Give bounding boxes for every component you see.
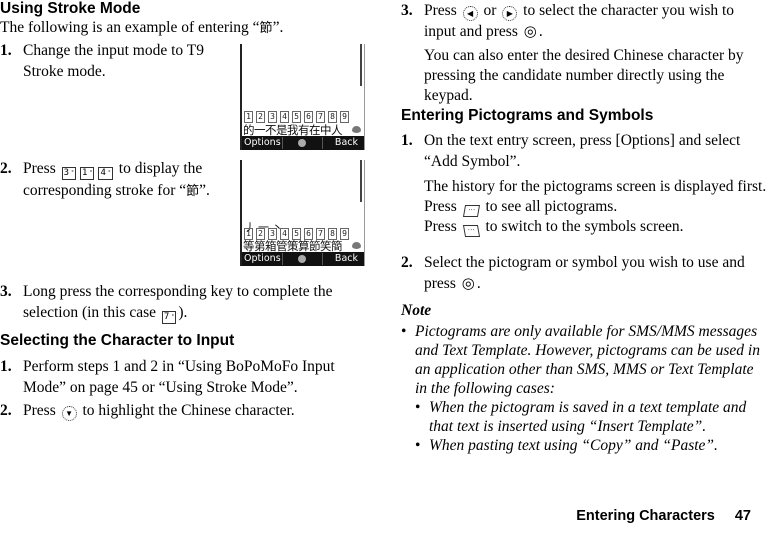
softkey-options: Options <box>244 137 281 148</box>
nav-down-icon: ▼ <box>61 406 77 421</box>
step-text: Select the pictogram or symbol you wish … <box>424 252 767 295</box>
note-title: Note <box>401 302 432 319</box>
select-step-2: 2. Press ▼ to highlight the Chinese char… <box>0 400 370 421</box>
step-text: Press 3 ° 1 ° 4 ° to display the correspondin… <box>23 158 228 202</box>
nav-left-icon: ◀ <box>462 6 478 21</box>
select-step-1: 1. Perform steps 1 and 2 in “Using BoPoM… <box>0 356 370 398</box>
text: Press <box>424 218 457 235</box>
step-number: 3. <box>0 283 12 300</box>
step-text: On the text entry screen, press [Options… <box>424 132 741 170</box>
step-extra: Press ··· to switch to the symbols scree… <box>424 217 767 237</box>
divider <box>282 137 283 149</box>
softkey-bar: Options Back <box>242 136 364 150</box>
step-text: Press ▼ to highlight the Chinese charact… <box>23 400 370 421</box>
step-number: 2. <box>0 402 12 419</box>
step-extra: The history for the pictograms screen is… <box>424 178 767 195</box>
phone-screen-strokes: 丿一丶 1 2 3 4 5 6 7 8 9 等第箱管策算節笑簡 Options … <box>240 160 365 266</box>
step-number: 3. <box>401 2 413 19</box>
softkey-left-icon: ··· <box>462 205 480 217</box>
note-list: Pictograms are only available for SMS/MM… <box>401 322 767 455</box>
step-text: Change the input mode to T9 Stroke mode. <box>23 42 204 80</box>
note-bullet: Pictograms are only available for SMS/MM… <box>401 322 767 398</box>
center-key-icon <box>298 139 306 147</box>
key-3-icon: 3 ° <box>61 167 77 180</box>
note-sub-bullet: When the pictogram is saved in a text te… <box>415 398 767 436</box>
text: ). <box>178 304 188 321</box>
page-footer: Entering Characters 47 <box>576 508 751 524</box>
text: to highlight the Chinese character. <box>82 402 295 419</box>
center-key-icon: ◎ <box>523 24 537 40</box>
step-number: 1. <box>0 42 12 59</box>
step-extra: Press ··· to see all pictograms. <box>424 197 767 217</box>
picto-step-2: 2. Select the pictogram or symbol you wi… <box>401 252 767 295</box>
divider <box>322 253 323 265</box>
divider <box>322 137 323 149</box>
footer-section-title: Entering Characters <box>576 508 715 524</box>
step-number: 2. <box>0 160 12 177</box>
stroke-step-3: 3. Long press the corresponding key to c… <box>0 281 370 324</box>
key-label: 7 <box>163 312 170 322</box>
text: Press <box>23 402 56 419</box>
step-text: Long press the corresponding key to comp… <box>23 281 370 324</box>
section-heading-stroke-mode: Using Stroke Mode <box>0 0 141 17</box>
text: Press <box>424 2 457 19</box>
stroke-step-1: 1. Change the input mode to T9 Stroke mo… <box>0 40 210 82</box>
stroke-step-2: 2. Press 3 ° 1 ° 4 ° to display the correspon… <box>0 158 228 202</box>
key-1-icon: 1 ° <box>80 167 95 180</box>
text: to switch to the symbols screen. <box>485 218 684 235</box>
step-text: Perform steps 1 and 2 in “Using BoPoMoFo… <box>23 358 335 396</box>
text: Press <box>23 160 56 177</box>
more-candidates-icon <box>352 242 361 249</box>
section-heading-pictograms: Entering Pictograms and Symbols <box>401 107 654 124</box>
intro-prefix: The following is an example of entering … <box>0 19 260 36</box>
step-number: 1. <box>401 132 413 149</box>
intro-char: 節 <box>259 21 273 36</box>
scrollbar <box>360 160 362 202</box>
key-label: 3 <box>63 168 70 178</box>
key-label: 4 <box>100 168 106 178</box>
key-7-icon: 7 ° <box>161 311 177 324</box>
divider <box>282 253 283 265</box>
picto-step-1: 1. On the text entry screen, press [Opti… <box>401 130 767 237</box>
step-text: Press ◀ or ▶ to select the character you… <box>424 0 767 43</box>
step-extra: You can also enter the desired Chinese c… <box>424 47 744 104</box>
more-candidates-icon <box>352 126 361 133</box>
select-step-3: 3. Press ◀ or ▶ to select the character … <box>401 0 767 106</box>
step-number: 2. <box>401 254 413 271</box>
softkey-back: Back <box>334 137 358 148</box>
text: to see all pictograms. <box>485 198 618 215</box>
stroke-char: 節 <box>186 184 200 199</box>
scrollbar <box>360 44 362 86</box>
nav-right-icon: ▶ <box>502 6 518 21</box>
text: . <box>538 23 543 40</box>
softkey-bar: Options Back <box>242 252 364 266</box>
text: ”. <box>199 182 210 199</box>
text: or <box>483 2 497 19</box>
softkey-options: Options <box>244 253 281 264</box>
note-sub-bullet: When pasting text using “Copy” and “Past… <box>415 436 767 455</box>
softkey-back: Back <box>334 253 358 264</box>
phone-screen-candidates: 1 2 3 4 5 6 7 8 9 的一不是我有在中人 Options Back <box>240 44 365 150</box>
softkey-right-icon: ··· <box>462 225 480 237</box>
key-label: 1 <box>82 168 88 178</box>
center-key-icon <box>298 255 306 263</box>
text: . <box>476 275 481 292</box>
page-number: 47 <box>734 508 751 524</box>
center-key-icon: ◎ <box>461 276 475 292</box>
text: Press <box>424 198 457 215</box>
step-number: 1. <box>0 358 12 375</box>
key-4-icon: 4 ° <box>98 167 113 180</box>
intro-text: The following is an example of entering … <box>0 18 283 39</box>
section-heading-select-character: Selecting the Character to Input <box>0 332 235 349</box>
intro-suffix: ”. <box>272 19 284 36</box>
